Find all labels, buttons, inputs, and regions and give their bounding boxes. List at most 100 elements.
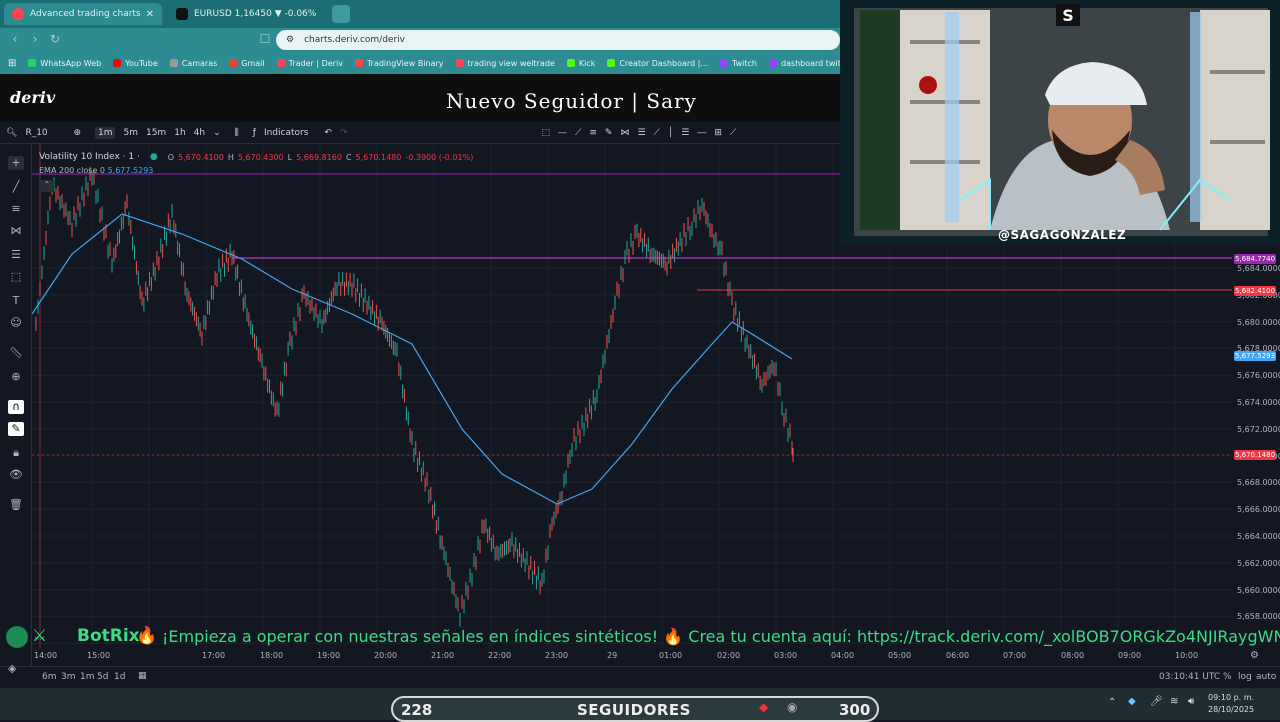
ema-legend[interactable]: EMA 200 close 0 5,677.5293 bbox=[39, 166, 153, 175]
bookmark-item[interactable]: TradingView Binary bbox=[354, 59, 444, 68]
interval-1h[interactable]: 1h bbox=[174, 128, 185, 138]
tab-eurusd[interactable]: EURUSD 1,16450 ▼ -0.06% Saga bbox=[168, 3, 326, 25]
lock-icon[interactable]: 🔒︎ bbox=[8, 446, 24, 460]
symbol-search[interactable]: R_10 bbox=[25, 128, 65, 138]
percent-toggle[interactable]: % bbox=[1223, 672, 1232, 682]
candle-type-icon[interactable]: ⫼ bbox=[235, 128, 239, 138]
bookmark-icon[interactable]: ☐ bbox=[258, 32, 272, 46]
volume-icon[interactable]: 🔊︎ bbox=[1188, 696, 1194, 707]
price-tick-label: 5,668.0000 bbox=[1237, 478, 1280, 488]
time-tick-label: 05:00 bbox=[888, 651, 912, 660]
vertical-line-icon[interactable]: │ bbox=[668, 128, 673, 138]
interval-1m[interactable]: 1m bbox=[94, 126, 116, 139]
new-follower-alert: Nuevo Seguidor | Sary bbox=[446, 89, 697, 113]
indicators-icon[interactable]: ƒ bbox=[253, 128, 256, 138]
price-tick-label: 5,676.0000 bbox=[1237, 371, 1280, 381]
bookmark-item[interactable]: YouTube bbox=[113, 59, 158, 68]
auto-toggle[interactable]: auto bbox=[1256, 672, 1276, 682]
new-tab-button[interactable] bbox=[332, 5, 350, 23]
close-icon[interactable]: ✕ bbox=[146, 9, 154, 20]
reload-icon[interactable]: ↻ bbox=[48, 32, 62, 46]
range-6m[interactable]: 6m bbox=[42, 672, 57, 682]
tab-title: Advanced trading charts & tools bbox=[30, 9, 140, 19]
trendline-icon[interactable]: ╱ bbox=[8, 180, 24, 194]
url-input[interactable]: ⚙ charts.deriv.com/deriv bbox=[276, 30, 840, 50]
bookmark-item[interactable]: trading view weltrade bbox=[455, 59, 555, 68]
fib-tool-icon[interactable]: ≡ bbox=[589, 128, 597, 138]
ruler-icon[interactable]: 📏︎ bbox=[8, 346, 24, 360]
range-5d[interactable]: 5d bbox=[97, 672, 108, 682]
taskbar-time[interactable]: 09:10 p. m. bbox=[1208, 693, 1254, 702]
bookmark-item[interactable]: Twitch bbox=[720, 59, 757, 68]
forward-icon[interactable]: › bbox=[28, 32, 42, 46]
range-3m[interactable]: 3m bbox=[61, 672, 76, 682]
redo-icon[interactable]: ↷ bbox=[340, 128, 348, 138]
time-tick-label: 09:00 bbox=[1118, 651, 1142, 660]
range-1m[interactable]: 1m bbox=[80, 672, 95, 682]
deriv-header bbox=[0, 74, 840, 122]
interval-5m[interactable]: 5m bbox=[123, 128, 138, 138]
webcam-image: S bbox=[840, 0, 1280, 244]
chevron-down-icon[interactable]: ⌄ bbox=[213, 128, 221, 138]
grid-icon[interactable]: ⊞ bbox=[714, 128, 722, 138]
stay-in-drawing-icon[interactable]: ✎ bbox=[8, 422, 24, 436]
taskbar-date[interactable]: 28/10/2025 bbox=[1208, 705, 1254, 714]
chevron-up-icon[interactable]: ⌃ bbox=[1108, 697, 1116, 708]
magnet-icon[interactable]: ∩ bbox=[8, 400, 24, 414]
pattern-tool-icon[interactable]: ⋈ bbox=[620, 128, 629, 138]
indicators-button[interactable]: Indicators bbox=[264, 128, 308, 138]
tradingview-favicon-icon bbox=[176, 8, 188, 20]
prediction-icon[interactable]: ☰ bbox=[8, 248, 24, 262]
bookmark-item[interactable]: Kick bbox=[566, 59, 595, 68]
site-info-icon[interactable]: ⚙ bbox=[286, 35, 294, 45]
rectangle-tool-icon[interactable]: ⬚ bbox=[542, 128, 551, 138]
pattern-icon[interactable]: ⋈ bbox=[8, 224, 24, 238]
log-toggle[interactable]: log bbox=[1238, 672, 1252, 682]
time-tick-label: 29 bbox=[607, 651, 618, 660]
time-tick-label: 21:00 bbox=[431, 651, 455, 660]
text-icon[interactable]: T bbox=[8, 294, 24, 308]
fib-icon[interactable]: ≡ bbox=[8, 202, 24, 216]
ray-tool-icon[interactable]: ⟋ bbox=[730, 128, 736, 138]
emoji-icon[interactable]: ☺ bbox=[8, 316, 24, 330]
wifi-icon[interactable]: ≋ bbox=[1170, 696, 1178, 707]
pen-tool-icon[interactable]: ✎ bbox=[605, 128, 613, 138]
bookmark-item[interactable]: Creator Dashboard |... bbox=[607, 59, 708, 68]
interval-4h[interactable]: 4h bbox=[194, 128, 205, 138]
bookmark-item[interactable]: Camaras bbox=[169, 59, 217, 68]
utc-clock[interactable]: 03:10:41 UTC bbox=[1159, 672, 1220, 682]
app-tray-icon[interactable]: ◆ bbox=[1128, 696, 1136, 707]
crosshair-icon[interactable]: + bbox=[8, 156, 24, 170]
range-1d[interactable]: 1d bbox=[114, 672, 125, 682]
undo-icon[interactable]: ↶ bbox=[324, 128, 332, 138]
trash-icon[interactable]: 🗑︎ bbox=[8, 498, 24, 512]
bookmark-item[interactable]: Trader | Deriv bbox=[276, 59, 343, 68]
shapes-icon[interactable]: ⬚ bbox=[8, 270, 24, 284]
tab-deriv[interactable]: Advanced trading charts & tools ✕ bbox=[4, 3, 162, 25]
back-icon[interactable]: ‹ bbox=[8, 32, 22, 46]
collapse-legend-icon[interactable]: ⌃ bbox=[40, 180, 54, 192]
horizontal-line-icon[interactable]: ― bbox=[697, 128, 706, 138]
mic-icon[interactable]: 🎤︎ bbox=[1150, 696, 1163, 707]
price-tick-label: 5,666.0000 bbox=[1237, 505, 1280, 515]
trend-tool-icon[interactable]: ⟋ bbox=[575, 128, 581, 138]
calendar-icon[interactable]: ▦ bbox=[138, 671, 147, 681]
zoom-icon[interactable]: ⊕ bbox=[8, 370, 24, 384]
add-symbol-icon[interactable]: ⊕ bbox=[73, 128, 81, 138]
deriv-logo[interactable]: deriv bbox=[10, 88, 55, 107]
line-tool-icon[interactable]: — bbox=[558, 128, 567, 138]
interval-15m[interactable]: 15m bbox=[146, 128, 166, 138]
apps-grid-icon[interactable]: ⊞ bbox=[8, 58, 16, 69]
brush-tool-icon[interactable]: ⟋ bbox=[654, 128, 660, 138]
bookmark-item[interactable]: Gmail bbox=[229, 59, 265, 68]
bookmark-item[interactable]: WhatsApp Web bbox=[28, 59, 101, 68]
red-line-price-badge: 5,682.4100 bbox=[1234, 286, 1276, 296]
search-icon[interactable]: 🔍︎ bbox=[6, 128, 17, 138]
time-tick-label: 15:00 bbox=[87, 651, 111, 660]
layers-icon[interactable]: ◈ bbox=[8, 662, 16, 675]
bookmark-item[interactable]: dashboard twitch bbox=[768, 59, 850, 68]
symbol-legend[interactable]: Volatility 10 Index · 1 · bbox=[39, 152, 140, 162]
channel-tool-icon[interactable]: ☰ bbox=[637, 128, 645, 138]
horizontal-lines-icon[interactable]: ☰ bbox=[681, 128, 689, 138]
eye-icon[interactable]: 👁︎ bbox=[8, 468, 24, 482]
